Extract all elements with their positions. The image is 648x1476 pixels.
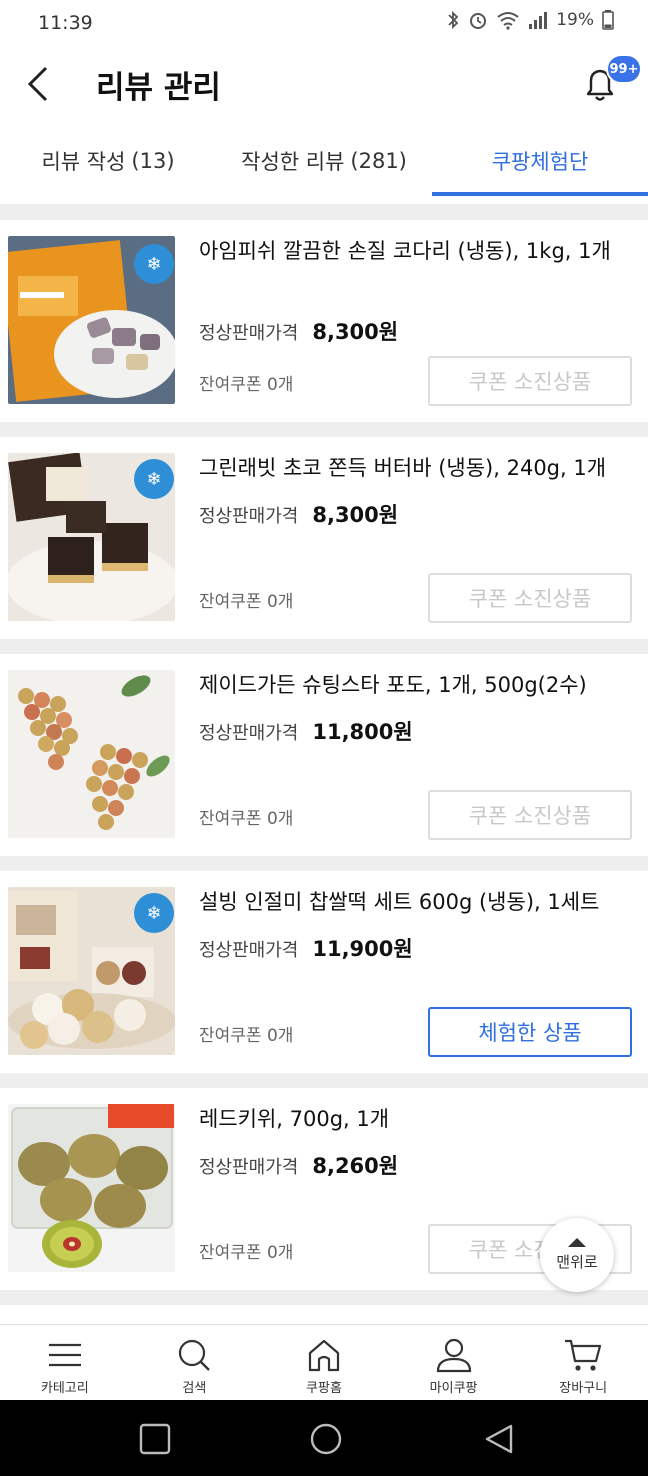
review-tabs: 리뷰 작성 (13) 작성한 리뷰 (281) 쿠팡체험단 (0, 124, 648, 198)
price-row: 정상판매가격 8,260원 (199, 1150, 398, 1180)
home-icon (308, 1339, 340, 1372)
bottom-nav: 카테고리 검색 쿠팡홈 마이쿠팡 장바구니 (0, 1324, 648, 1400)
bluetooth-icon (448, 10, 459, 30)
tab-coupang-experience[interactable]: 쿠팡체험단 (432, 124, 648, 198)
nav-label: 카테고리 (40, 1381, 89, 1396)
product-name[interactable]: 제이드가든 슈팅스타 포도, 1개, 500g(2수) (199, 670, 629, 701)
nav-cart[interactable]: 장바구니 (518, 1325, 648, 1400)
status-icons: 19% (446, 10, 614, 30)
back-arrow-icon[interactable] (22, 64, 62, 104)
menu-icon (48, 1343, 81, 1367)
back-triangle-icon[interactable] (482, 1422, 516, 1456)
wifi-icon (497, 12, 519, 30)
price-row: 정상판매가격 8,300원 (199, 316, 398, 346)
price-label: 정상판매가격 (199, 1157, 299, 1178)
nav-label: 검색 (182, 1381, 207, 1396)
product-name[interactable]: 설빙 인절미 찹쌀떡 세트 600g (냉동), 1세트 (199, 887, 629, 918)
product-list[interactable]: ❄ 아임피쉬 깔끔한 손질 코다리 (냉동), 1kg, 1개 정상판매가격 8… (0, 204, 648, 1324)
product-image-grapes[interactable] (8, 670, 175, 838)
price-label: 정상판매가격 (199, 940, 299, 961)
home-circle-icon[interactable] (309, 1422, 343, 1456)
product-price: 8,260원 (312, 1154, 399, 1178)
price-label: 정상판매가격 (199, 506, 299, 527)
signal-icon (529, 12, 548, 29)
experienced-product-button[interactable]: 체험한 상품 (428, 1007, 632, 1057)
battery-percent: 19% (556, 10, 594, 30)
tab-label: 쿠팡체험단 (491, 150, 589, 174)
tab-label: 작성한 리뷰 (241, 150, 345, 174)
chevron-up-icon (568, 1238, 586, 1247)
search-icon (179, 1339, 211, 1371)
svg-text:❄: ❄ (146, 903, 161, 924)
status-time: 11:39 (38, 12, 93, 34)
product-price: 11,900원 (312, 937, 413, 961)
price-label: 정상판매가격 (199, 723, 299, 744)
scroll-to-top-button[interactable]: 맨위로 (540, 1218, 614, 1292)
battery-icon (602, 10, 614, 30)
list-item[interactable]: ❄ 그린래빗 초코 쫀득 버터바 (냉동), 240g, 1개 정상판매가격 8… (0, 437, 648, 639)
alarm-icon (470, 13, 487, 29)
tab-count: (13) (131, 149, 175, 173)
page-title: 리뷰 관리 (96, 70, 221, 106)
tab-written-reviews[interactable]: 작성한 리뷰 (281) (216, 124, 432, 198)
product-name[interactable]: 그린래빗 초코 쫀득 버터바 (냉동), 240g, 1개 (199, 453, 629, 484)
remaining-coupons: 잔여쿠폰 0개 (199, 1243, 294, 1263)
nav-category[interactable]: 카테고리 (0, 1325, 130, 1400)
product-image-red-kiwi[interactable] (8, 1104, 175, 1272)
recent-apps-icon[interactable] (138, 1422, 172, 1456)
coupon-exhausted-button[interactable]: 쿠폰 소진상품 (428, 573, 632, 623)
list-item[interactable]: ❄ 설빙 인절미 찹쌀떡 세트 600g (냉동), 1세트 정상판매가격 11… (0, 871, 648, 1073)
tab-label: 리뷰 작성 (41, 150, 126, 174)
nav-label: 장바구니 (559, 1381, 608, 1396)
nav-label: 마이쿠팡 (429, 1381, 478, 1396)
cart-icon (565, 1339, 602, 1371)
price-label: 정상판매가격 (199, 323, 299, 344)
remaining-coupons: 잔여쿠폰 0개 (199, 809, 294, 829)
scroll-to-top-label: 맨위로 (556, 1253, 598, 1271)
product-image-frozen-pollack[interactable]: ❄ (8, 236, 175, 404)
product-name[interactable]: 레드키위, 700g, 1개 (199, 1104, 629, 1135)
product-image-choco-butterbar[interactable]: ❄ (8, 453, 175, 621)
nav-my-coupang[interactable]: 마이쿠팡 (389, 1325, 519, 1400)
remaining-coupons: 잔여쿠폰 0개 (199, 375, 294, 395)
price-row: 정상판매가격 11,800원 (199, 716, 413, 746)
nav-search[interactable]: 검색 (130, 1325, 260, 1400)
product-price: 8,300원 (312, 503, 399, 527)
nav-home[interactable]: 쿠팡홈 (259, 1325, 389, 1400)
person-icon (436, 1338, 471, 1373)
list-item[interactable]: ❄ 아임피쉬 깔끔한 손질 코다리 (냉동), 1kg, 1개 정상판매가격 8… (0, 220, 648, 422)
list-item[interactable]: 제이드가든 슈팅스타 포도, 1개, 500g(2수) 정상판매가격 11,80… (0, 654, 648, 856)
product-price: 11,800원 (312, 720, 413, 744)
status-bar: 11:39 19% (0, 0, 648, 48)
notification-badge: 99+ (606, 54, 642, 84)
product-name[interactable]: 아임피쉬 깔끔한 손질 코다리 (냉동), 1kg, 1개 (199, 236, 629, 267)
price-row: 정상판매가격 11,900원 (199, 933, 413, 963)
nav-label: 쿠팡홈 (306, 1381, 342, 1396)
product-price: 8,300원 (312, 320, 399, 344)
svg-text:❄: ❄ (146, 254, 161, 275)
product-image-rice-cake[interactable]: ❄ (8, 887, 175, 1055)
coupon-exhausted-button[interactable]: 쿠폰 소진상품 (428, 790, 632, 840)
system-nav-bar (0, 1400, 648, 1476)
remaining-coupons: 잔여쿠폰 0개 (199, 1026, 294, 1046)
list-item[interactable] (0, 1305, 648, 1324)
price-row: 정상판매가격 8,300원 (199, 499, 398, 529)
coupon-exhausted-button[interactable]: 쿠폰 소진상품 (428, 356, 632, 406)
tab-write-review[interactable]: 리뷰 작성 (13) (0, 124, 216, 198)
svg-text:❄: ❄ (146, 469, 161, 490)
tab-count: (281) (350, 149, 407, 173)
app-header: 리뷰 관리 99+ (0, 48, 648, 124)
remaining-coupons: 잔여쿠폰 0개 (199, 592, 294, 612)
